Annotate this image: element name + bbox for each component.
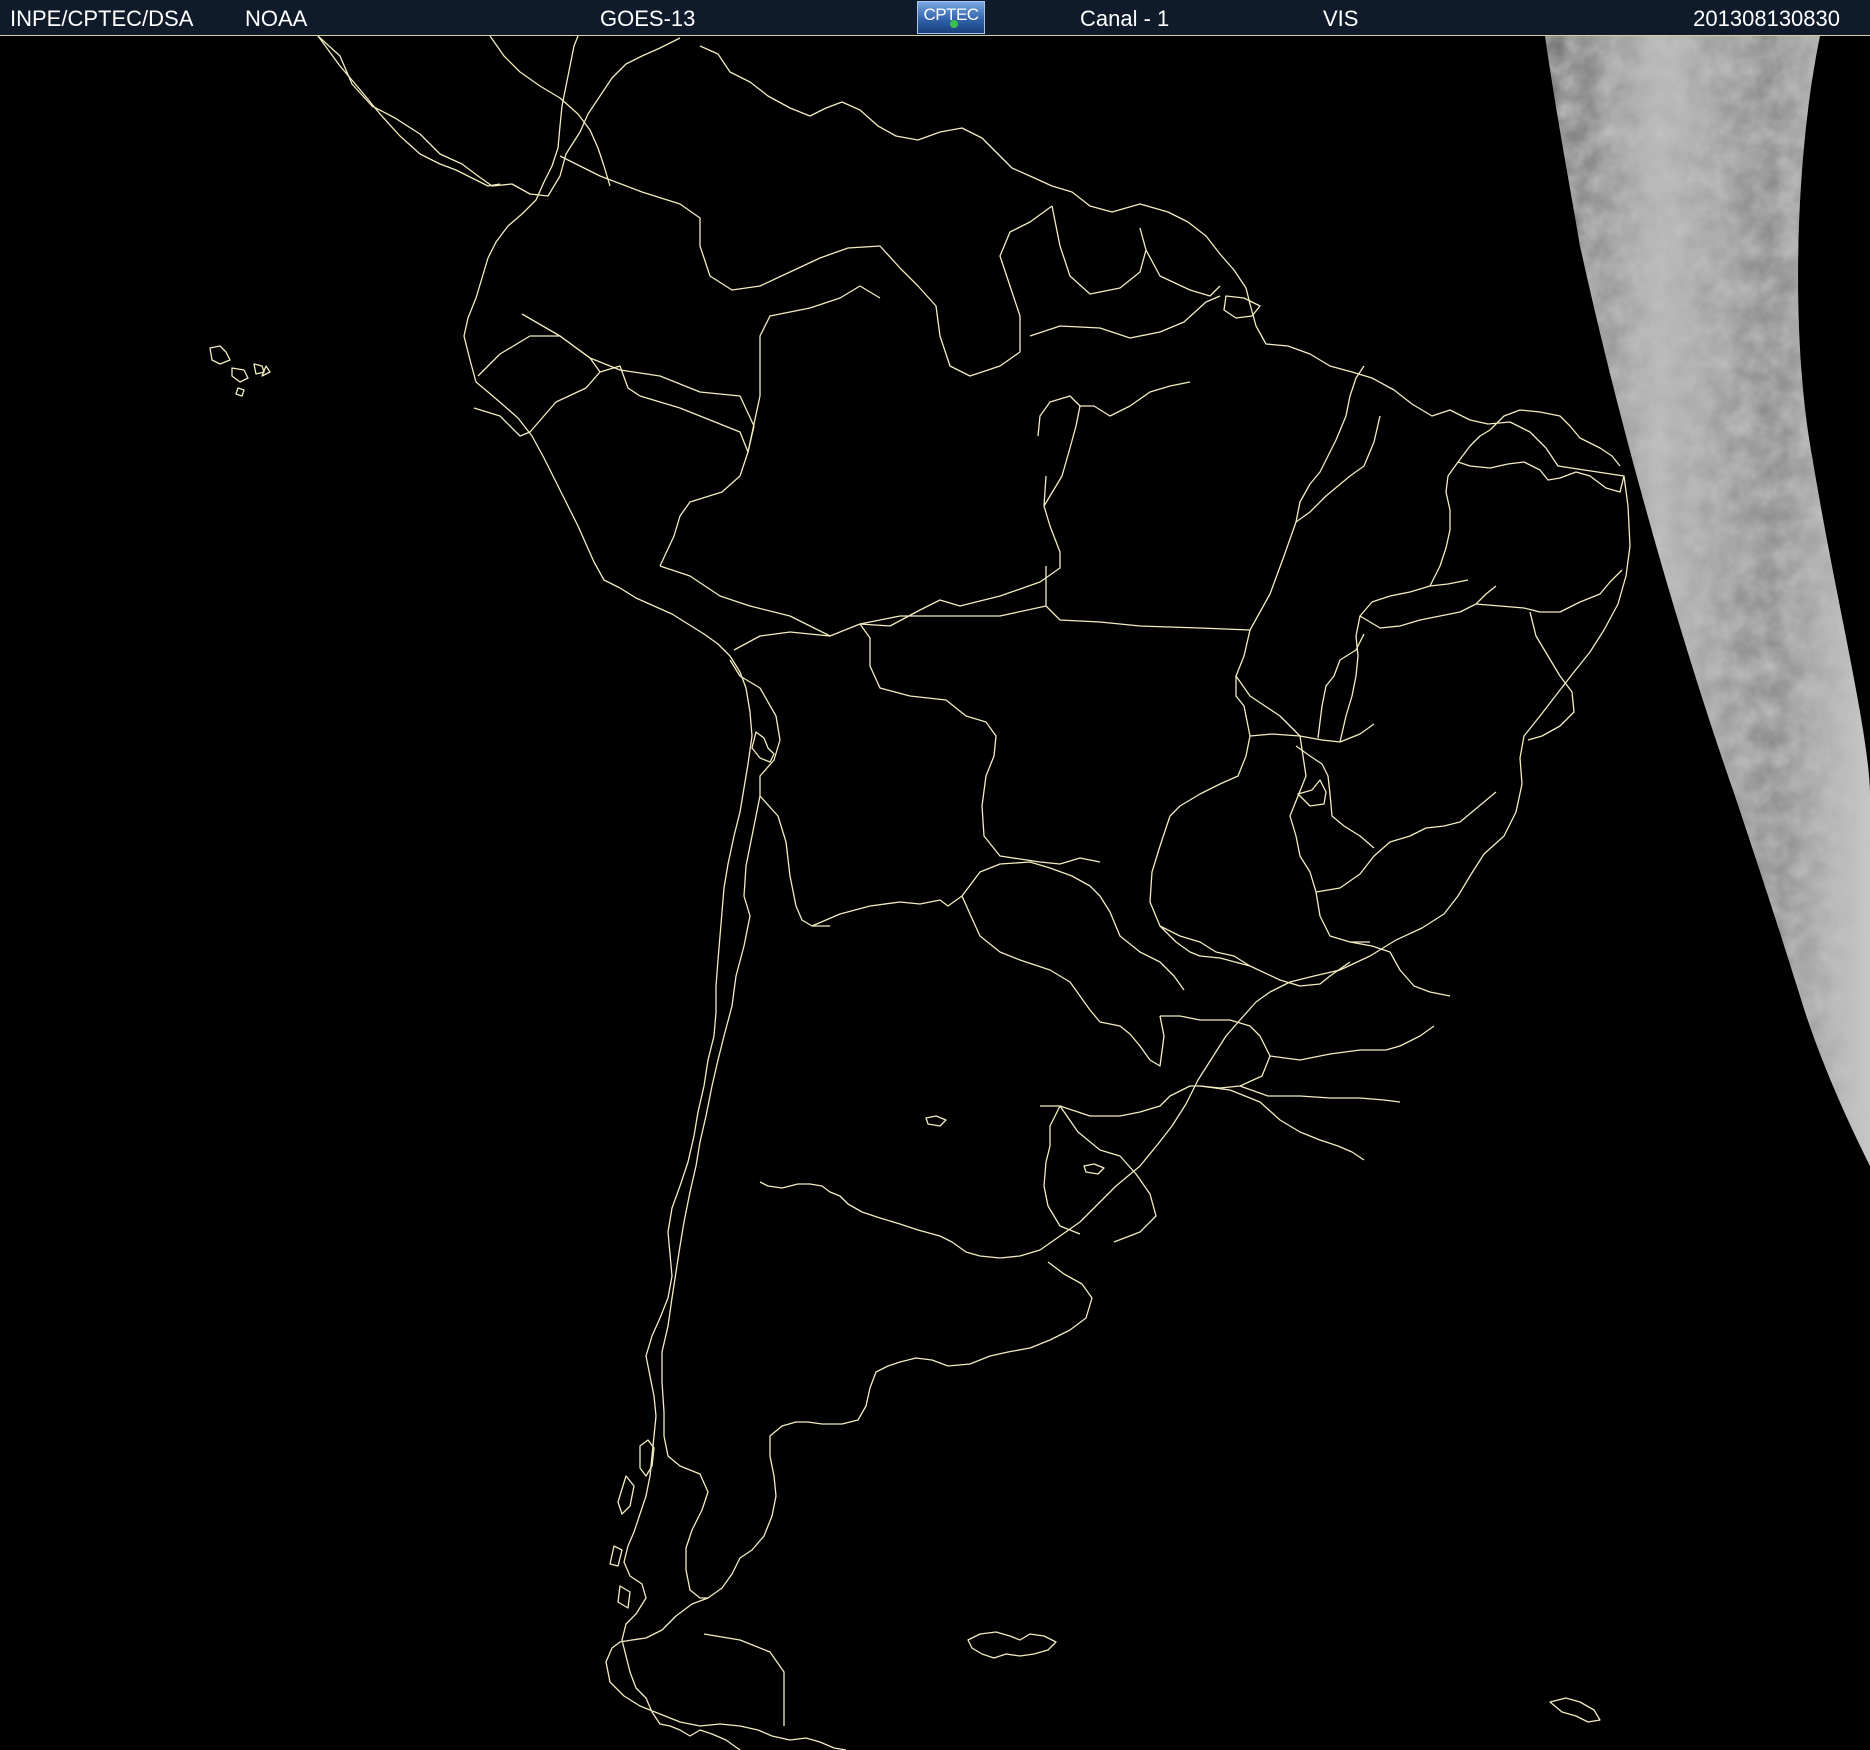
brazil-state-border bbox=[1249, 365, 1365, 631]
border-guyana bbox=[999, 205, 1053, 352]
daylight-cloud-band bbox=[1545, 36, 1870, 1166]
falkland-islands bbox=[967, 1631, 1057, 1659]
border-argentina-brazil bbox=[1160, 1015, 1271, 1057]
brazil-state-border bbox=[1527, 611, 1575, 741]
border-chile-argentina bbox=[661, 795, 761, 1599]
border-colombia-south bbox=[521, 313, 755, 453]
amazon-delta-island bbox=[1223, 295, 1261, 319]
border-peru-colombia bbox=[639, 395, 749, 567]
border-amazonas bbox=[859, 566, 1047, 625]
border-colombia-venezuela bbox=[559, 155, 881, 291]
brazil-state-border bbox=[1037, 395, 1081, 437]
timestamp-label: 201308130830 bbox=[1693, 6, 1840, 31]
brazil-state-border bbox=[1339, 579, 1469, 743]
logo-globe-icon bbox=[950, 20, 958, 28]
border-peru-bolivia bbox=[733, 631, 831, 651]
brazil-state-border bbox=[1349, 941, 1451, 997]
border-peru-brazil bbox=[659, 565, 891, 637]
border-peru-bolivia-south bbox=[729, 659, 781, 796]
border-bolivia-paraguay bbox=[961, 861, 1101, 897]
galapagos-island bbox=[253, 363, 265, 375]
border-tierra-del-fuego bbox=[703, 1633, 785, 1726]
cptec-logo: CPTEC bbox=[917, 1, 985, 34]
organization-label: INPE/CPTEC/DSA bbox=[10, 6, 194, 31]
satellite-map bbox=[0, 36, 1870, 1750]
border-brazil-mid bbox=[889, 475, 1061, 627]
border-uruguay-north bbox=[1043, 1105, 1081, 1235]
brazil-state-border bbox=[1043, 381, 1191, 507]
chile-fjords bbox=[617, 1585, 631, 1609]
channel-label: Canal - 1 bbox=[1080, 6, 1170, 31]
brazil-state-border bbox=[1199, 1085, 1365, 1161]
border-paraguay bbox=[1099, 895, 1185, 991]
brazil-state-border bbox=[1249, 723, 1375, 743]
galapagos-island bbox=[231, 367, 249, 383]
lake-titicaca bbox=[751, 731, 775, 763]
brazil-state-border bbox=[1169, 629, 1251, 817]
brazil-state-border bbox=[1289, 735, 1370, 943]
south-georgia-island bbox=[1549, 1697, 1601, 1723]
lake-ibera bbox=[1083, 1163, 1105, 1175]
brazil-state-border bbox=[1269, 1025, 1435, 1061]
brazil-state-border bbox=[1429, 429, 1491, 587]
brazil-state-border bbox=[1149, 815, 1351, 987]
band-label: VIS bbox=[1323, 6, 1359, 31]
border-suriname-frguiana bbox=[1145, 249, 1221, 297]
border-argentina-brazil-south bbox=[1040, 1055, 1271, 1117]
boundary-lines bbox=[209, 36, 1631, 1750]
brazil-state-border bbox=[1045, 605, 1251, 631]
border-bolivia-argentina bbox=[811, 895, 963, 927]
lake-mar-chiquita bbox=[925, 1115, 947, 1127]
border-colombia-brazil bbox=[747, 285, 881, 453]
border-uruguay bbox=[1059, 1105, 1157, 1243]
brazil-state-border bbox=[1359, 585, 1497, 629]
coastline-path bbox=[317, 36, 1631, 1750]
chile-fjords bbox=[609, 1545, 623, 1567]
border-paraguay-argentina bbox=[961, 895, 1165, 1067]
brazil-state-border bbox=[1295, 415, 1381, 523]
galapagos-island bbox=[209, 345, 231, 365]
brazil-state-border bbox=[1235, 675, 1301, 737]
border-bolivia-brazil bbox=[859, 623, 1101, 865]
brazil-state-border bbox=[1489, 409, 1621, 467]
border-guyana-suriname bbox=[1051, 205, 1147, 295]
brazil-state-border bbox=[1239, 1085, 1401, 1103]
brazil-state-border bbox=[1475, 569, 1623, 613]
agency-label: NOAA bbox=[245, 6, 308, 31]
border-venezuela-brazil bbox=[879, 245, 1021, 377]
galapagos-island bbox=[235, 387, 245, 397]
border-brazil-north bbox=[1029, 295, 1221, 339]
brazil-state-border bbox=[1457, 461, 1625, 493]
border-ecuador bbox=[477, 335, 601, 377]
brazil-state-border bbox=[1295, 745, 1375, 849]
border-bolivia-chile bbox=[759, 795, 830, 927]
chile-fjords bbox=[617, 1475, 635, 1515]
brazil-state-border bbox=[1159, 925, 1251, 967]
satellite-label: GOES-13 bbox=[600, 6, 696, 31]
header-bar: INPE/CPTEC/DSA NOAA GOES-13 CPTEC Canal … bbox=[0, 0, 1870, 36]
